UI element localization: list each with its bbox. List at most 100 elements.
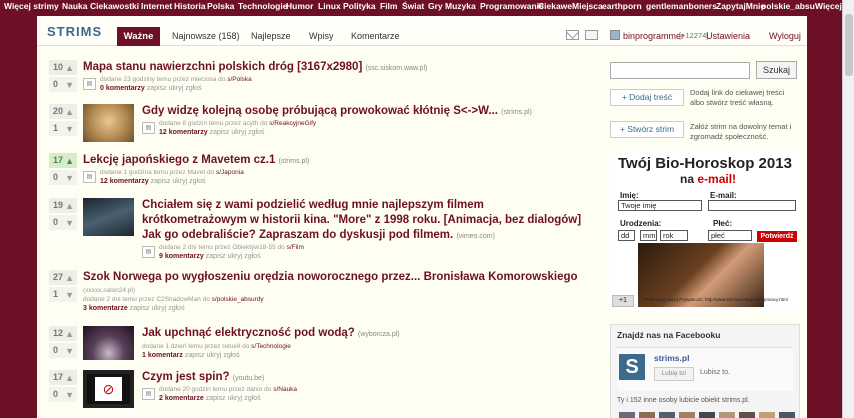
topnav-item[interactable]: Polska bbox=[207, 1, 234, 11]
avatar[interactable] bbox=[610, 30, 620, 40]
topnav-item[interactable]: earthporn bbox=[602, 1, 642, 11]
downvote-button[interactable]: 0 ▼ bbox=[49, 387, 77, 402]
report-link[interactable]: zgłoś bbox=[223, 352, 239, 359]
report-link[interactable]: zgłoś bbox=[244, 253, 260, 260]
embed-icon[interactable]: ▤ bbox=[142, 388, 155, 400]
topnav-item[interactable]: Ciekawostki bbox=[90, 1, 139, 11]
topnav-more[interactable]: Więcej bbox=[815, 1, 842, 11]
topnav-item[interactable]: Polityka bbox=[343, 1, 376, 11]
search-button[interactable]: Szukaj bbox=[756, 61, 797, 79]
downvote-button[interactable]: 0 ▼ bbox=[49, 77, 77, 92]
ad-month-input[interactable]: mm bbox=[640, 230, 657, 241]
upvote-button[interactable]: 19 ▲ bbox=[49, 198, 77, 213]
report-link[interactable]: zgłoś bbox=[185, 85, 201, 92]
ad-year-input[interactable]: rok bbox=[660, 230, 688, 241]
ad-submit-button[interactable]: Potwierdź bbox=[757, 231, 797, 242]
tab-komentarze[interactable]: Komentarze bbox=[351, 31, 400, 41]
post-thumbnail[interactable] bbox=[83, 198, 134, 236]
save-link[interactable]: zapisz bbox=[185, 352, 205, 359]
fan-avatar[interactable] bbox=[699, 412, 715, 418]
topnav-item[interactable]: Programowanie bbox=[480, 1, 544, 11]
topnav-item[interactable]: Film bbox=[380, 1, 397, 11]
strim-link[interactable]: s/polskie_absurdy bbox=[212, 296, 264, 303]
fan-avatar[interactable] bbox=[719, 412, 735, 418]
downvote-button[interactable]: 1 ▼ bbox=[49, 287, 77, 302]
upvote-button[interactable]: 17 ▲ bbox=[49, 153, 77, 168]
upvote-button[interactable]: 10 ▲ bbox=[49, 60, 77, 75]
topnav-item[interactable]: Humor bbox=[286, 1, 313, 11]
comments-link[interactable]: 3 komentarze bbox=[83, 305, 128, 312]
facebook-page-name[interactable]: strims.pl bbox=[654, 353, 689, 363]
google-plus-button[interactable]: +1 bbox=[612, 295, 634, 307]
post-thumbnail[interactable]: ⊘ bbox=[83, 370, 134, 408]
logout-link[interactable]: Wyloguj bbox=[769, 31, 801, 41]
search-input[interactable] bbox=[610, 62, 750, 79]
strim-link[interactable]: s/Polska bbox=[227, 76, 252, 83]
comments-link[interactable]: 2 komentarze bbox=[159, 395, 204, 402]
fan-avatar[interactable] bbox=[639, 412, 655, 418]
strim-link[interactable]: s/ReakcyjneGify bbox=[269, 120, 316, 127]
save-link[interactable]: zapisz bbox=[147, 85, 167, 92]
save-link[interactable]: zapisz bbox=[206, 253, 226, 260]
save-link[interactable]: zapisz bbox=[151, 178, 171, 185]
fan-avatar[interactable] bbox=[759, 412, 775, 418]
report-link[interactable]: zgłoś bbox=[168, 305, 184, 312]
topnav-item[interactable]: Muzyka bbox=[445, 1, 476, 11]
logo[interactable]: STRIMS bbox=[47, 24, 102, 39]
tab-wpisy[interactable]: Wpisy bbox=[309, 31, 334, 41]
fan-avatar[interactable] bbox=[619, 412, 635, 418]
notifications-icon[interactable] bbox=[585, 30, 598, 40]
post-title[interactable]: Gdy widzę kolejną osobę próbującą prowok… bbox=[142, 104, 532, 120]
username-link[interactable]: binprogrammer bbox=[623, 31, 684, 41]
save-link[interactable]: zapisz bbox=[130, 305, 150, 312]
settings-link[interactable]: Ustawienia bbox=[706, 31, 750, 41]
ad-name-input[interactable]: Twoje imię bbox=[618, 200, 702, 211]
topnav-item[interactable]: Świat bbox=[402, 1, 424, 11]
upvote-button[interactable]: 27 ▲ bbox=[49, 270, 77, 285]
scrollbar[interactable] bbox=[842, 0, 854, 418]
tab-wazne[interactable]: Ważne bbox=[117, 27, 160, 46]
comments-link[interactable]: 1 komentarz bbox=[142, 352, 183, 359]
post-title[interactable]: Lekcję japońskiego z Mavetem cz.1 (strim… bbox=[83, 153, 309, 169]
ad-gender-select[interactable]: płeć bbox=[708, 230, 752, 241]
upvote-button[interactable]: 12 ▲ bbox=[49, 326, 77, 341]
downvote-button[interactable]: 0 ▼ bbox=[49, 215, 77, 230]
report-link[interactable]: zgłoś bbox=[244, 395, 260, 402]
messages-icon[interactable] bbox=[566, 30, 579, 40]
hide-link[interactable]: ukryj bbox=[152, 305, 167, 312]
strim-link[interactable]: s/Technologie bbox=[251, 343, 291, 350]
post-thumbnail[interactable] bbox=[83, 104, 134, 142]
upvote-button[interactable]: 20 ▲ bbox=[49, 104, 77, 119]
tab-najnowsze[interactable]: Najnowsze (158) bbox=[172, 31, 240, 41]
comments-link[interactable]: 9 komentarzy bbox=[159, 253, 204, 260]
save-link[interactable]: zapisz bbox=[210, 129, 230, 136]
downvote-button[interactable]: 1 ▼ bbox=[49, 121, 77, 136]
embed-icon[interactable]: ▤ bbox=[142, 122, 155, 134]
topnav-item[interactable]: Linux bbox=[318, 1, 341, 11]
post-title[interactable]: Jak upchnąć elektryczność pod wodą? (wyb… bbox=[142, 326, 400, 342]
comments-link[interactable]: 12 komentarzy bbox=[100, 178, 149, 185]
post-title-line[interactable]: Jak go odebraliście? Zapraszam do dyskus… bbox=[142, 228, 495, 244]
embed-icon[interactable]: ▤ bbox=[83, 171, 96, 183]
topnav-item[interactable]: Internet bbox=[141, 1, 172, 11]
downvote-button[interactable]: 0 ▼ bbox=[49, 170, 77, 185]
embed-icon[interactable]: ▤ bbox=[83, 78, 96, 90]
hide-link[interactable]: ukryj bbox=[172, 178, 187, 185]
topnav-item[interactable]: Technologie bbox=[238, 1, 287, 11]
facebook-like-button[interactable]: Lubię to! bbox=[654, 367, 694, 381]
downvote-button[interactable]: 0 ▼ bbox=[49, 343, 77, 358]
upvote-button[interactable]: 17 ▲ bbox=[49, 370, 77, 385]
hide-link[interactable]: ukryj bbox=[228, 253, 243, 260]
hide-link[interactable]: ukryj bbox=[228, 395, 243, 402]
post-title-line[interactable]: Chciałem się z wami podzielić według mni… bbox=[142, 198, 484, 213]
fan-avatar[interactable] bbox=[659, 412, 675, 418]
embed-icon[interactable]: ▤ bbox=[142, 246, 155, 258]
topnav-item[interactable]: CiekaweMiejsca bbox=[538, 1, 603, 11]
topnav-item[interactable]: Historia bbox=[174, 1, 206, 11]
strims-logo-icon[interactable]: S bbox=[619, 354, 645, 380]
strim-link[interactable]: s/Nauka bbox=[273, 386, 297, 393]
hide-link[interactable]: ukryj bbox=[207, 352, 222, 359]
ad-day-input[interactable]: dd bbox=[618, 230, 635, 241]
strim-link[interactable]: s/Japonia bbox=[216, 169, 244, 176]
comments-link[interactable]: 0 komentarzy bbox=[100, 85, 145, 92]
